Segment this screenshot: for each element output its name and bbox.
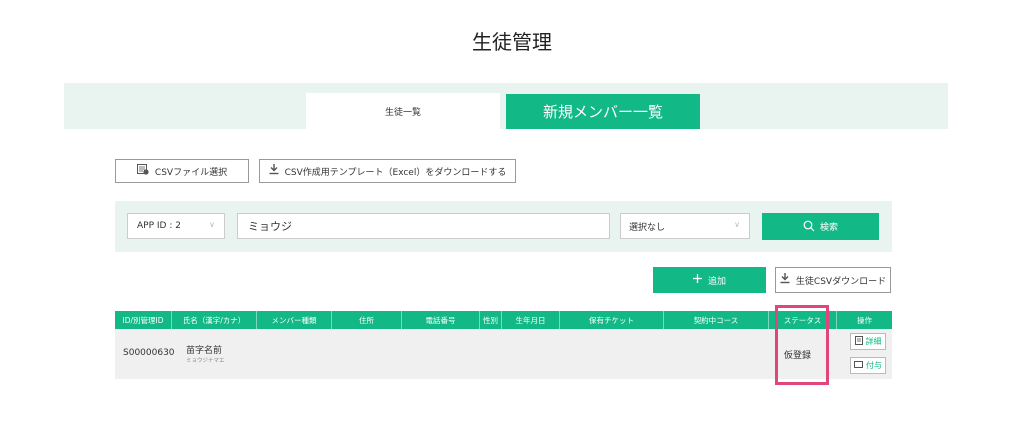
ticket-icon: [854, 361, 863, 370]
add-button[interactable]: 追加: [653, 267, 766, 293]
search-icon: [803, 220, 815, 234]
tab-new-member-list[interactable]: 新規メンバー一覧: [506, 94, 700, 129]
name-search-value: ミョウジ: [248, 220, 292, 233]
cell-name: 苗字名前: [186, 346, 223, 356]
chevron-down-icon: ∨: [209, 220, 215, 229]
search-button[interactable]: 検索: [762, 213, 879, 240]
download-icon: [269, 164, 279, 178]
plus-icon: [692, 274, 702, 286]
detail-button-label: 詳細: [865, 337, 882, 346]
template-download-label: CSV作成用テンプレート（Excel）をダウンロードする: [284, 167, 507, 178]
status-select[interactable]: 選択なし ∨: [620, 213, 750, 239]
status-select-value: 選択なし: [629, 222, 666, 233]
cell-kana: ミョウジナマエ: [186, 358, 225, 364]
template-download-button[interactable]: CSV作成用テンプレート（Excel）をダウンロードする: [259, 159, 516, 183]
app-id-value: APP ID : 2: [137, 221, 181, 231]
header-member-type: メンバー種類: [257, 311, 332, 329]
search-button-label: 検索: [819, 222, 838, 232]
header-operations: 操作: [857, 315, 872, 325]
header-address: 住所: [332, 311, 402, 329]
csv-file-icon: [136, 164, 149, 178]
grant-button-label: 付与: [866, 361, 882, 370]
name-search-input[interactable]: ミョウジ: [237, 213, 610, 239]
header-gender: 性別: [480, 311, 502, 329]
header-course: 契約中コース: [664, 311, 769, 329]
grant-button[interactable]: 付与: [850, 357, 886, 374]
csv-file-select-button[interactable]: CSVファイル選択: [115, 159, 249, 183]
tab-student-list[interactable]: 生徒一覧: [306, 93, 500, 129]
status-highlight: [775, 305, 829, 385]
search-panel: APP ID : 2 ∨ ミョウジ 選択なし ∨ 検索: [115, 201, 892, 252]
tab-bar: 生徒一覧 新規メンバー一覧: [64, 83, 948, 129]
page-title: 生徒管理: [472, 30, 552, 54]
header-id: ID/別管理ID: [115, 311, 172, 329]
student-csv-download-label: 生徒CSVダウンロード: [795, 276, 887, 287]
header-birthdate: 生年月日: [502, 311, 560, 329]
header-tickets: 保有チケット: [560, 311, 664, 329]
download-icon: [780, 273, 790, 287]
document-icon: [854, 336, 863, 347]
header-phone: 電話番号: [402, 311, 480, 329]
add-button-label: 追加: [707, 276, 726, 287]
csv-file-select-label: CSVファイル選択: [154, 167, 228, 178]
student-csv-download-button[interactable]: 生徒CSVダウンロード: [775, 267, 891, 293]
app-id-select[interactable]: APP ID : 2 ∨: [127, 213, 225, 239]
header-name: 氏名（漢字/カナ）: [172, 311, 257, 329]
cell-id: S00000630: [123, 348, 175, 358]
chevron-down-icon: ∨: [734, 220, 740, 229]
detail-button[interactable]: 詳細: [850, 333, 886, 350]
